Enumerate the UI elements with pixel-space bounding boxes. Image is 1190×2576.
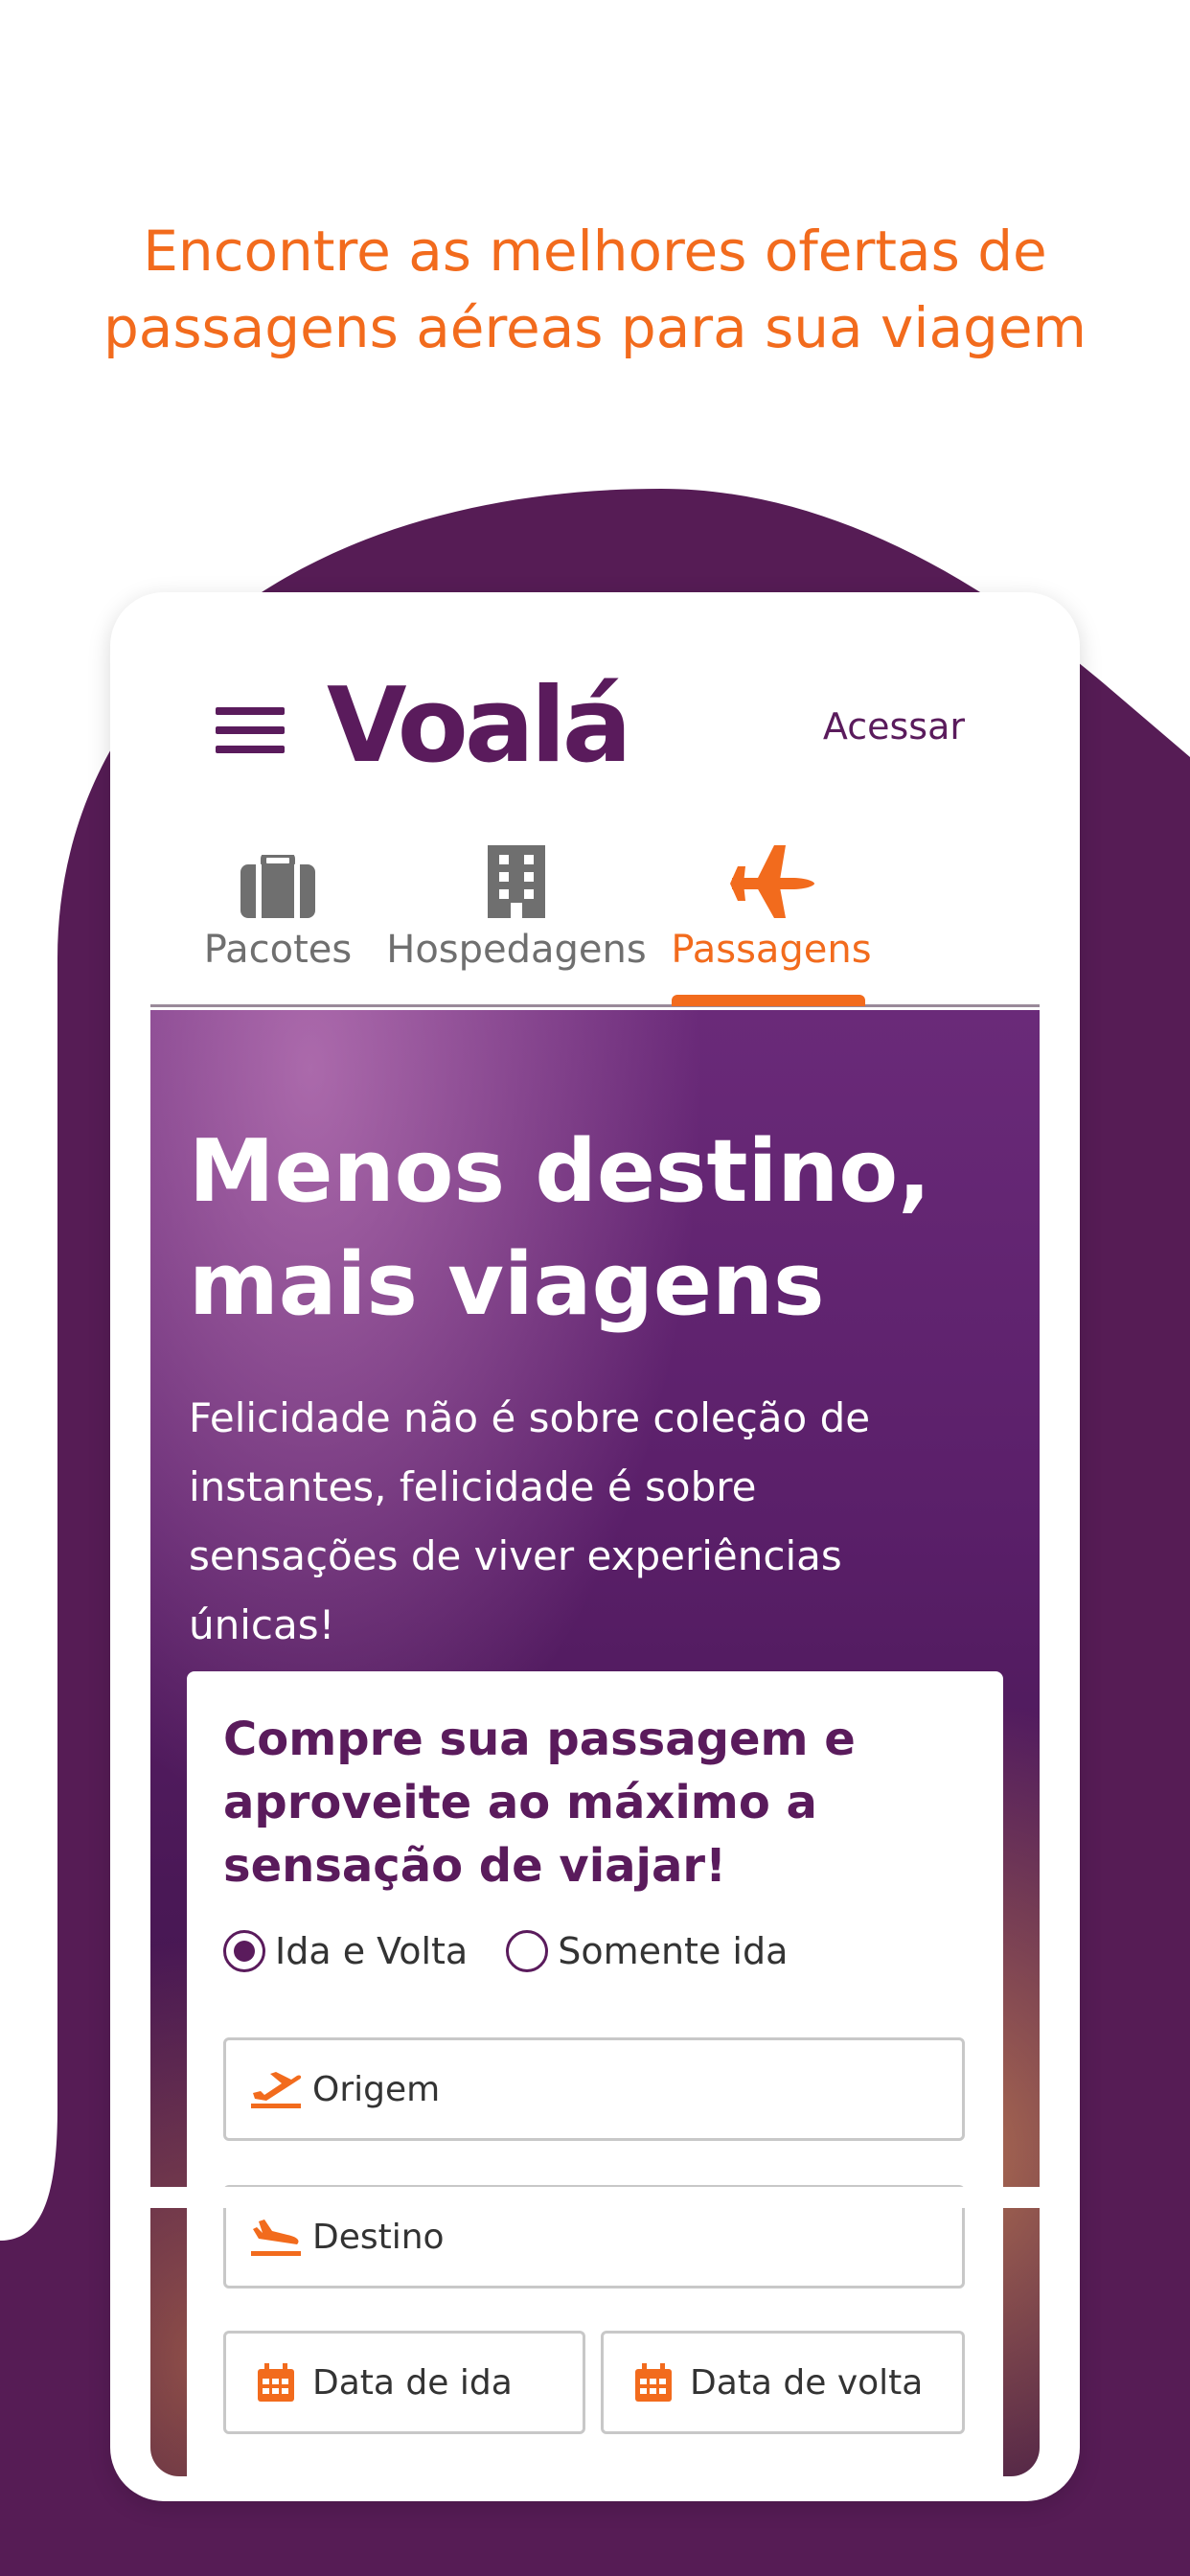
- tabs-divider: [150, 1004, 1040, 1007]
- tab-passagens[interactable]: Passagens: [666, 841, 877, 972]
- hero-subtitle: Felicidade não é sobre coleção de instan…: [189, 1394, 871, 1648]
- airplane-icon: [666, 841, 877, 918]
- tab-passagens-label: Passagens: [671, 928, 872, 972]
- hero-title-line2: mais viagens: [189, 1234, 825, 1335]
- hamburger-menu-icon[interactable]: [216, 707, 285, 759]
- return-date-placeholder: Data de volta: [690, 2362, 924, 2403]
- building-icon: [377, 841, 656, 918]
- radio-one-way-label[interactable]: Somente ida: [558, 1930, 788, 1972]
- flight-search-form: Compre sua passagem e aproveite ao máxim…: [187, 1671, 1003, 2496]
- briefcase-icon: [187, 841, 369, 918]
- departure-date-field[interactable]: Data de ida: [223, 2331, 585, 2434]
- login-link[interactable]: Acessar: [823, 705, 965, 748]
- tab-pacotes[interactable]: Pacotes: [187, 841, 369, 972]
- hero-title-line1: Menos destino,: [189, 1121, 931, 1222]
- radio-round-trip[interactable]: [223, 1930, 265, 1972]
- hero-banner: Menos destino, mais viagens Felicidade n…: [150, 1010, 1040, 2496]
- tab-pacotes-label: Pacotes: [203, 928, 353, 972]
- calendar-icon: [247, 2363, 305, 2402]
- origin-field[interactable]: Origem: [223, 2037, 965, 2141]
- takeoff-icon: [247, 2070, 305, 2108]
- departure-date-placeholder: Data de ida: [312, 2362, 513, 2403]
- trip-type-selector: Ida e Volta Somente ida: [223, 1930, 826, 1972]
- radio-one-way[interactable]: [506, 1930, 549, 1972]
- phone-screen: Voalá Acessar Pacotes Hospedagens Passag…: [110, 592, 1080, 2501]
- screenshot-seam: [150, 2187, 1040, 2208]
- hero-title: Menos destino, mais viagens: [189, 1116, 1013, 1342]
- landing-icon: [247, 2218, 305, 2256]
- active-tab-indicator: [672, 995, 865, 1006]
- tab-hospedagens[interactable]: Hospedagens: [377, 841, 656, 972]
- calendar-icon: [625, 2363, 682, 2402]
- tab-hospedagens-label: Hospedagens: [386, 928, 647, 972]
- destination-placeholder: Destino: [312, 2217, 445, 2257]
- return-date-field[interactable]: Data de volta: [601, 2331, 965, 2434]
- form-title: Compre sua passagem e aproveite ao máxim…: [223, 1713, 856, 1893]
- radio-round-trip-label[interactable]: Ida e Volta: [275, 1930, 468, 1972]
- voala-logo[interactable]: Voalá: [327, 659, 632, 794]
- origin-placeholder: Origem: [312, 2069, 441, 2109]
